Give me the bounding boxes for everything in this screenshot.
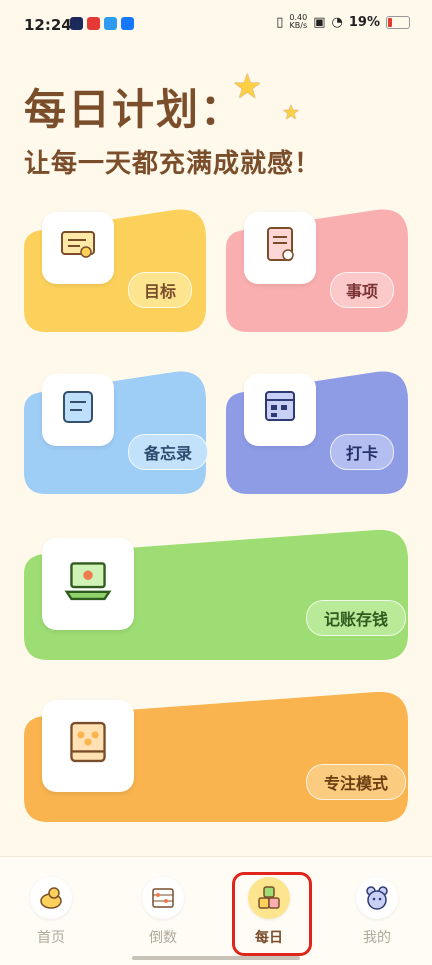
focus-card[interactable]: 专注模式	[24, 692, 408, 822]
app-notification-icon	[70, 17, 83, 30]
nav-item-mine[interactable]: 我的	[342, 877, 412, 947]
checkin-label: 打卡	[330, 434, 394, 470]
status-bar: 12:24 ▯ 0.40 KB/s ▣ ◔ 19%	[0, 0, 432, 50]
checkin-card[interactable]: 打卡	[226, 370, 408, 494]
nav-label-countdown: 倒数	[149, 930, 177, 946]
net-speed-unit: KB/s	[289, 21, 308, 30]
focus-label: 专注模式	[306, 764, 406, 800]
nav-label-home: 首页	[37, 930, 65, 946]
goal-tile	[42, 212, 114, 284]
selection-highlight	[232, 872, 312, 956]
bookkeeping-tile	[42, 538, 134, 630]
page-heading: 每日计划： 让每一天都充满成就感！	[24, 76, 321, 180]
nav-item-home[interactable]: 首页	[16, 877, 86, 947]
nav-label-mine: 我的	[363, 930, 391, 946]
battery-percent: 19%	[348, 14, 380, 30]
page-subtitle: 让每一天都充满成就感！	[24, 149, 322, 179]
laptop-icon	[64, 562, 112, 601]
network-speed: 0.40 KB/s	[289, 14, 307, 30]
memo-label: 备忘录	[128, 434, 208, 470]
app-notification-icon	[104, 17, 117, 30]
bookkeeping-card[interactable]: 记账存钱	[24, 530, 408, 660]
battery-icon	[386, 15, 410, 29]
memo-note-icon	[63, 391, 93, 423]
checklist-icon	[267, 227, 294, 261]
sim-icon: ▣	[313, 14, 326, 30]
status-time: 12:24	[24, 16, 72, 34]
star-icon: ★	[232, 67, 263, 107]
wifi-icon: ◔	[331, 14, 343, 30]
bottom-nav: 首页 倒数 每日 我的	[0, 856, 432, 965]
page-title: 每日计划：	[24, 85, 245, 134]
focus-tile	[42, 700, 134, 792]
bookkeeping-label: 记账存钱	[306, 600, 406, 636]
goal-label: 目标	[128, 272, 192, 308]
certificate-icon	[61, 231, 95, 258]
calendar-icon	[265, 391, 295, 421]
vibrate-icon: ▯	[276, 14, 284, 30]
todo-card[interactable]: 事项	[226, 208, 408, 332]
memo-card[interactable]: 备忘录	[24, 370, 208, 494]
star-icon: ★	[282, 100, 300, 124]
alipay-notification-icon	[121, 17, 134, 30]
nav-item-countdown[interactable]: 倒数	[128, 877, 198, 947]
notification-icons	[70, 17, 134, 30]
bear-icon	[356, 877, 398, 919]
duck-icon	[30, 877, 72, 919]
abacus-icon	[70, 721, 106, 763]
memo-tile	[42, 374, 114, 446]
todo-label: 事项	[330, 272, 394, 308]
checkin-tile	[244, 374, 316, 446]
status-right: ▯ 0.40 KB/s ▣ ◔ 19%	[276, 14, 410, 30]
abacus-icon	[142, 877, 184, 919]
todo-tile	[244, 212, 316, 284]
goal-card[interactable]: 目标	[24, 208, 206, 332]
home-indicator[interactable]	[132, 956, 300, 960]
app-notification-icon	[87, 17, 100, 30]
